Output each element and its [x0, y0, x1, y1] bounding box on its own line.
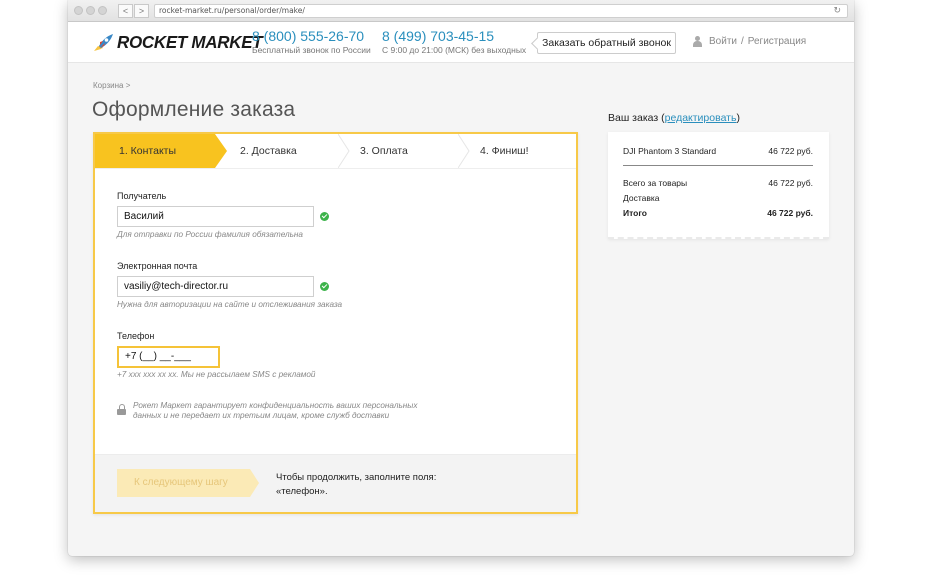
auth-links: Войти / Регистрация: [692, 36, 806, 47]
logo-text: ROCKET MARKET: [117, 32, 263, 53]
user-icon: [692, 36, 703, 47]
step-separator: [458, 134, 470, 168]
phone-hint: +7 xxx xxx xx xx. Мы не рассылаем SMS с …: [117, 370, 316, 379]
close-window-icon[interactable]: [74, 6, 83, 15]
browser-window: < > rocket-market.ru/personal/order/make…: [68, 0, 854, 556]
required-fields-text: Чтобы продолжить, заполните поля:: [276, 472, 437, 483]
browser-toolbar: < > rocket-market.ru/personal/order/make…: [68, 0, 854, 22]
phone-caption: Бесплатный звонок по России: [252, 45, 371, 55]
order-summary-title: Ваш заказ (редактировать): [608, 112, 740, 124]
required-fields-note: Чтобы продолжить, заполните поля: «телеф…: [276, 471, 436, 499]
rocket-icon: [94, 34, 113, 51]
order-item-row: DJI Phantom 3 Standard 46 722 руб.: [623, 146, 813, 156]
login-link[interactable]: Войти: [709, 36, 737, 47]
total-row: Итого 46 722 руб.: [623, 208, 813, 218]
phone-number[interactable]: 8 (499) 703-45-15: [382, 28, 526, 44]
next-step-button[interactable]: К следующему шагу: [117, 469, 259, 497]
recipient-hint: Для отправки по России фамилия обязатель…: [117, 230, 303, 239]
step-payment[interactable]: 3. Оплата: [360, 134, 408, 168]
edit-order-link[interactable]: редактировать: [665, 112, 737, 124]
step-contacts[interactable]: 1. Контакты: [95, 134, 227, 168]
register-link[interactable]: Регистрация: [748, 36, 806, 47]
phone-caption: С 9:00 до 21:00 (МСК) без выходных: [382, 45, 527, 55]
email-label: Электронная почта: [117, 261, 198, 271]
total-value: 46 722 руб.: [767, 208, 813, 218]
checkout-steps: 1. Контакты 2. Доставка 3. Оплата 4. Фин…: [95, 134, 576, 169]
order-item-price: 46 722 руб.: [768, 146, 813, 156]
email-hint: Нужна для авторизации на сайте и отслежи…: [117, 300, 343, 309]
order-title-text: Ваш заказ (: [608, 112, 665, 124]
step-delivery[interactable]: 2. Доставка: [240, 134, 297, 168]
lock-icon: [117, 404, 126, 415]
check-icon: [320, 282, 329, 291]
phone-label: Телефон: [117, 331, 155, 341]
order-divider: [623, 165, 813, 166]
subtotal-label: Всего за товары: [623, 178, 688, 188]
order-item-name: DJI Phantom 3 Standard: [623, 146, 717, 156]
subtotal-value: 46 722 руб.: [768, 178, 813, 188]
check-icon: [320, 212, 329, 221]
phone-block-free: 8 (800) 555-26-70 Бесплатный звонок по Р…: [252, 28, 371, 55]
logo[interactable]: ROCKET MARKET: [92, 32, 263, 54]
back-button[interactable]: <: [118, 4, 133, 18]
breadcrumb[interactable]: Корзина >: [93, 81, 130, 90]
step-separator: [338, 134, 350, 168]
maximize-window-icon[interactable]: [98, 6, 107, 15]
required-fields-list: «телефон».: [276, 486, 328, 497]
total-label: Итого: [623, 208, 647, 218]
step-finish[interactable]: 4. Финиш!: [480, 134, 529, 168]
privacy-note: Рокет Маркет гарантирует конфиденциально…: [133, 401, 418, 420]
recipient-label: Получатель: [117, 191, 167, 201]
phone-block-moscow: 8 (499) 703-45-15 С 9:00 до 21:00 (МСК) …: [382, 28, 526, 55]
phone-input[interactable]: +7 (__) __-___: [117, 346, 220, 368]
order-title-end: ): [736, 112, 740, 124]
url-text: rocket-market.ru/personal/order/make/: [159, 6, 305, 15]
subtotal-row: Всего за товары 46 722 руб.: [623, 178, 813, 188]
address-bar[interactable]: rocket-market.ru/personal/order/make/ ↻: [154, 4, 848, 18]
auth-separator: /: [740, 36, 744, 47]
site-header: ROCKET MARKET 8 (800) 555-26-70 Бесплатн…: [68, 22, 854, 63]
order-summary: DJI Phantom 3 Standard 46 722 руб. Всего…: [608, 132, 829, 239]
forward-button[interactable]: >: [134, 4, 149, 18]
form-footer: К следующему шагу Чтобы продолжить, запо…: [95, 454, 576, 512]
recipient-input[interactable]: Василий: [117, 206, 314, 227]
delivery-row: Доставка: [623, 193, 813, 203]
page-title: Оформление заказа: [92, 98, 296, 121]
reload-icon[interactable]: ↻: [833, 5, 841, 17]
callback-button[interactable]: Заказать обратный звонок: [537, 32, 676, 54]
checkout-form: 1. Контакты 2. Доставка 3. Оплата 4. Фин…: [93, 132, 578, 514]
minimize-window-icon[interactable]: [86, 6, 95, 15]
delivery-label: Доставка: [623, 193, 660, 203]
email-input[interactable]: vasiliy@tech-director.ru: [117, 276, 314, 297]
phone-number[interactable]: 8 (800) 555-26-70: [252, 28, 371, 44]
